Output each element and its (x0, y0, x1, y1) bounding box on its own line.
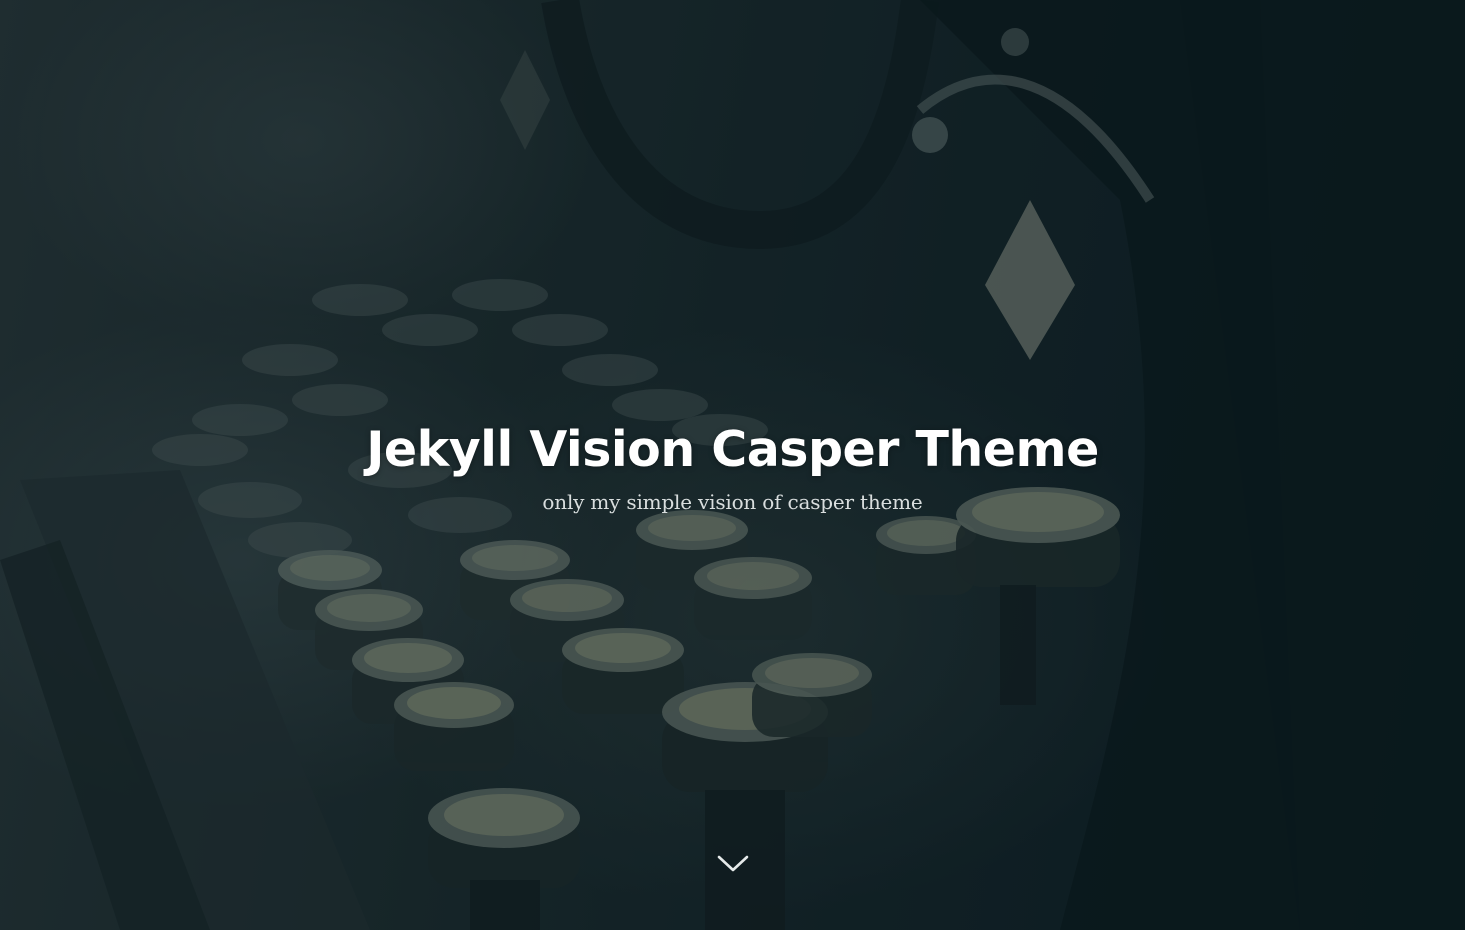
site-title: Jekyll Vision Casper Theme (366, 421, 1099, 478)
hero-content: Jekyll Vision Casper Theme only my simpl… (0, 418, 1465, 516)
hero-cover: Jekyll Vision Casper Theme only my simpl… (0, 0, 1465, 930)
chevron-down-icon (717, 855, 749, 872)
scroll-down-button[interactable] (713, 848, 753, 878)
site-description: only my simple vision of casper theme (542, 490, 923, 514)
